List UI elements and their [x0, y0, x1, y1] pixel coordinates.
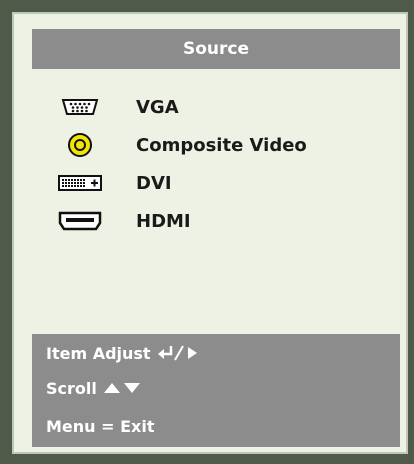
vga-port-icon: [52, 94, 108, 120]
source-label-dvi: DVI: [136, 172, 172, 194]
menu-title-bar: Source: [32, 29, 400, 69]
source-item-hdmi[interactable]: HDMI: [44, 202, 374, 240]
osd-frame-border: [408, 0, 414, 464]
source-label-vga: VGA: [136, 96, 179, 118]
help-item-adjust: Item Adjust: [46, 340, 199, 366]
source-list: VGA Composite Video DVI HDMI: [44, 88, 374, 240]
dvi-port-icon: [52, 170, 108, 196]
source-item-dvi[interactable]: DVI: [44, 164, 374, 202]
source-item-composite-video[interactable]: Composite Video: [44, 126, 374, 164]
up-down-arrow-icon: [103, 380, 143, 396]
source-label-hdmi: HDMI: [136, 210, 191, 232]
help-scroll: Scroll: [46, 375, 143, 401]
osd-frame-border: [0, 0, 414, 12]
menu-title: Source: [182, 39, 250, 59]
source-item-vga[interactable]: VGA: [44, 88, 374, 126]
help-menu-exit-label: Menu = Exit: [46, 416, 155, 436]
hdmi-port-icon: [52, 208, 108, 234]
osd-menu-window: Source VGA Composite Video DVI HDMI Item…: [0, 0, 414, 464]
osd-frame-border: [0, 454, 414, 464]
source-label-composite-video: Composite Video: [136, 134, 307, 156]
composite-rca-icon: [52, 132, 108, 158]
osd-frame-border: [0, 0, 12, 464]
help-scroll-label: Scroll: [46, 378, 97, 398]
enter-right-arrow-icon: [157, 344, 199, 362]
help-menu-exit: Menu = Exit: [46, 413, 154, 439]
help-item-adjust-label: Item Adjust: [46, 343, 151, 363]
help-panel: Item Adjust Scroll Menu = Exit: [32, 334, 400, 447]
